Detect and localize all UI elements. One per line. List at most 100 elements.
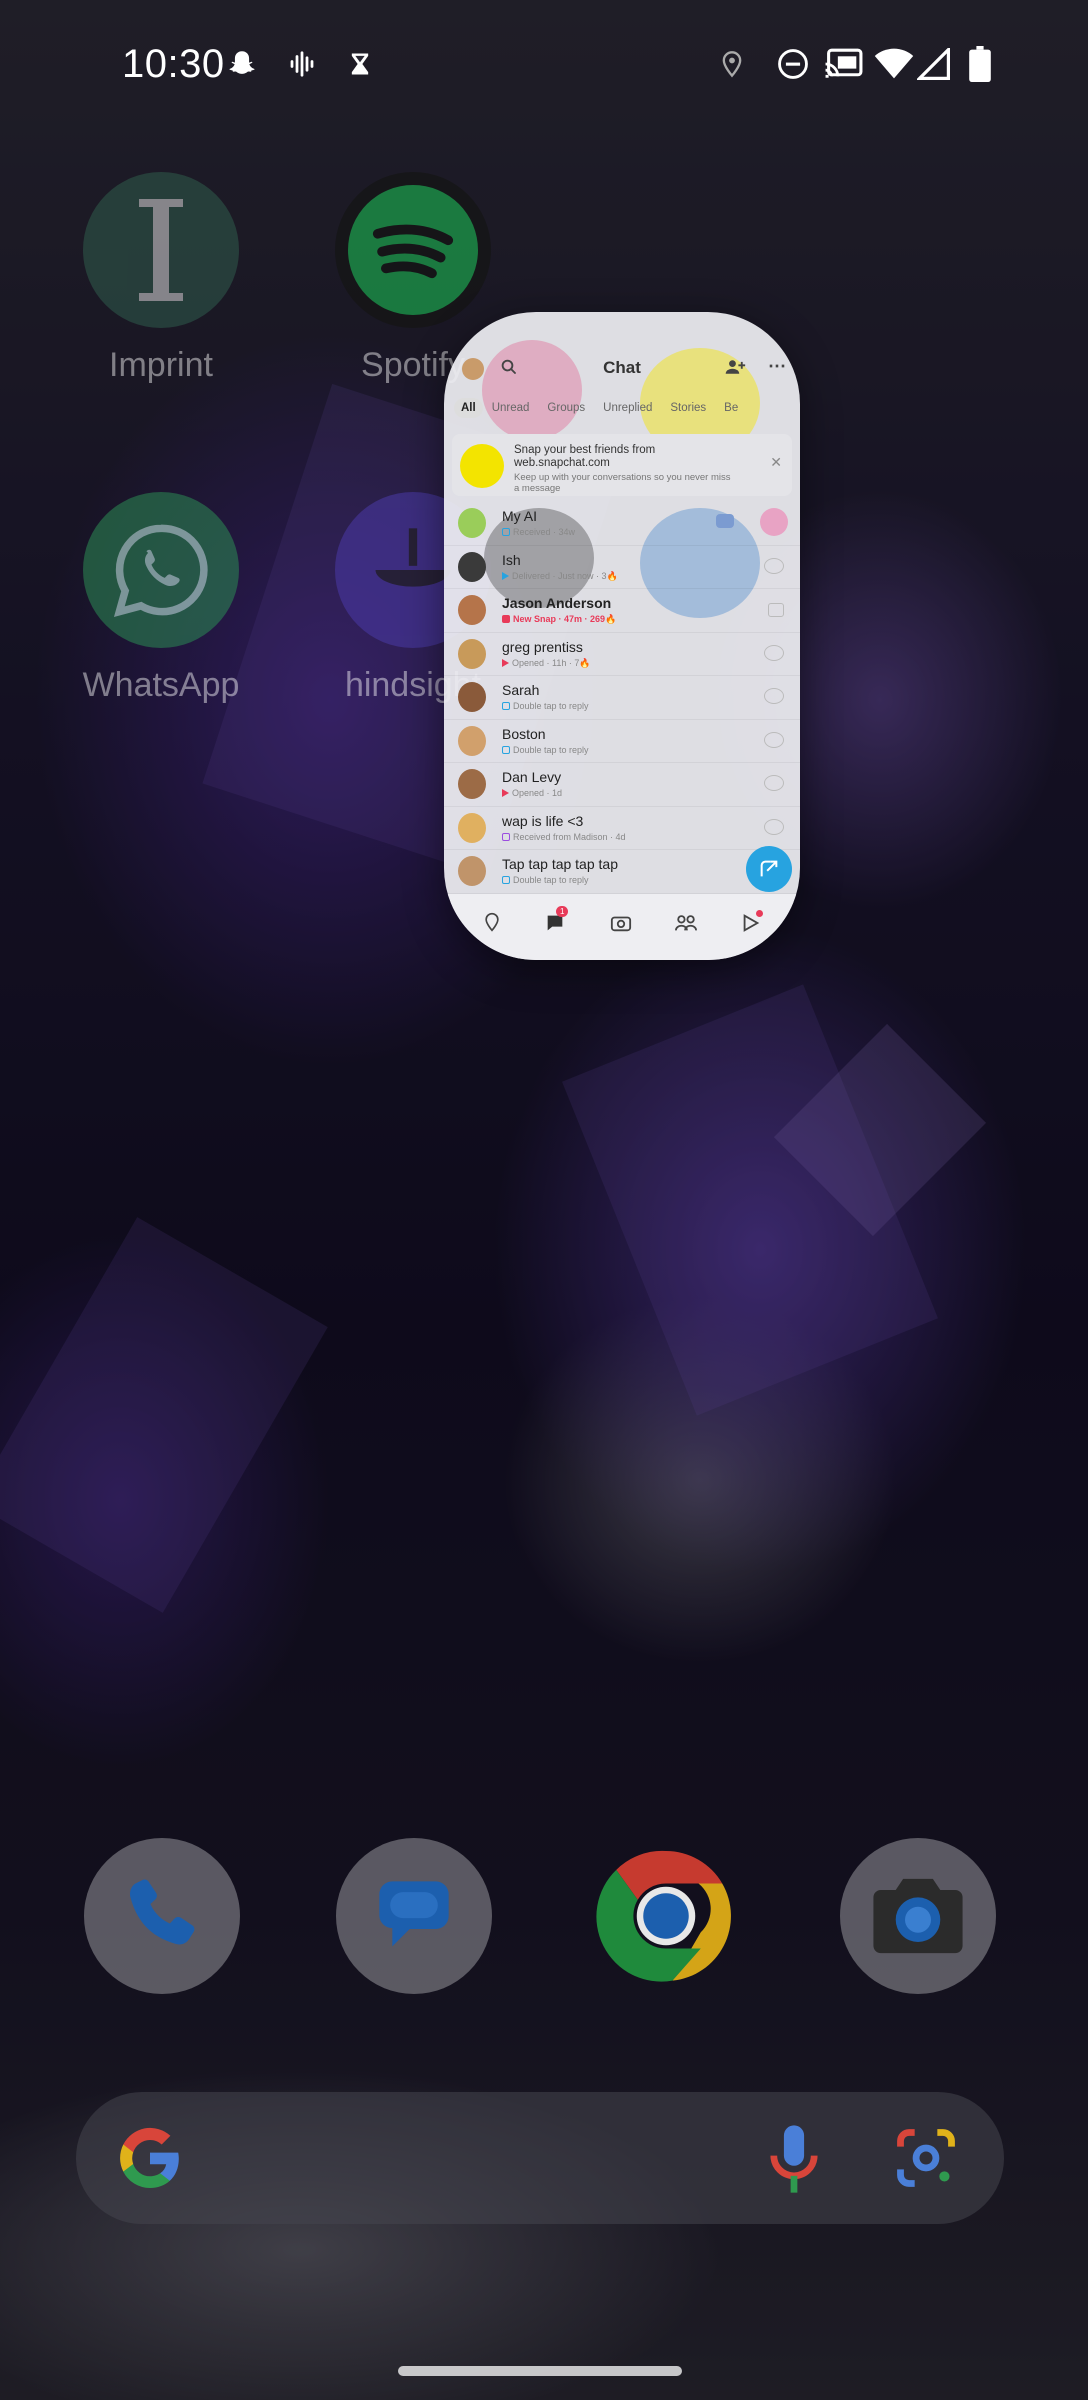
app-label: WhatsApp [82,666,240,704]
do-not-disturb-icon [774,44,812,84]
chat-status: New Snap · 47m · 269🔥 [502,614,616,625]
chat-filter-tabs: All Unread Groups Unreplied Stories Be [454,398,800,418]
chat-name: Ish [502,551,521,568]
whatsapp-icon [83,492,239,648]
tab-unread[interactable]: Unread [483,398,539,418]
chat-name: wap is life <3 [502,812,584,829]
page-title: Chat [603,358,641,377]
eye-icon [764,731,784,748]
messages-app[interactable] [336,1838,492,1994]
web-promo-banner[interactable]: Snap your best friends from web.snapchat… [452,434,792,496]
chat-name: Boston [502,725,546,742]
app-label: Imprint [109,346,213,384]
bottom-nav: 1 [444,894,800,960]
cast-icon [822,44,866,84]
list-item[interactable]: Ish Delivered · Just now · 3🔥 [444,546,800,589]
eye-icon [764,688,784,704]
new-chat-button[interactable] [746,846,792,892]
battery-icon [962,44,998,84]
chat-status: Double tap to reply [502,701,589,711]
voice-recorder-icon [282,44,322,84]
app-imprint[interactable]: Imprint [61,172,261,385]
list-item[interactable]: Dan Levy Opened · 1d [444,763,800,807]
chat-name: My AI [502,508,538,524]
tab-all[interactable]: All [454,398,483,418]
avatar [458,682,486,712]
banner-title: Snap your best friends from web.snapchat… [514,444,656,469]
avatar [458,725,486,756]
gesture-handle[interactable] [398,2366,682,2376]
avatar [458,508,486,538]
camera-icon [873,1878,963,1954]
snapchat-icon [222,44,262,84]
chat-name: Jason Anderson [502,595,612,611]
phone-icon [129,1879,195,1945]
chat-status: Received from Madison · 4d [502,832,626,842]
chat-name: Dan Levy [502,769,562,785]
more-icon[interactable]: ⋯ [768,356,786,377]
spotify-icon [335,172,491,328]
eye-icon [764,818,784,835]
chat-status: Double tap to reply [502,745,589,755]
avatar [458,595,486,625]
avatar [458,769,486,799]
status-bar: 10:30 [0,0,1088,130]
chrome-icon [596,1850,731,1982]
notification-badge: 1 [556,906,569,917]
map-icon[interactable] [482,912,504,934]
laptop-icon [460,444,504,488]
list-item[interactable]: Sarah Double tap to reply [444,676,800,720]
eye-icon [764,644,784,661]
eye-icon [764,775,784,791]
app-whatsapp[interactable]: WhatsApp [61,492,261,705]
list-item[interactable]: wap is life <3 Received from Madison · 4… [444,807,800,850]
location-icon [714,44,750,84]
friends-icon[interactable] [674,912,697,934]
chat-name: Tap tap tap tap tap [502,856,618,872]
avatar [458,856,486,886]
camera-app[interactable] [840,1838,996,1994]
microphone-icon[interactable] [766,2122,822,2201]
google-icon[interactable] [114,2122,186,2199]
bot-icon [716,514,734,528]
list-item[interactable]: Boston Double tap to reply [444,720,800,763]
chat-status: Delivered · Just now · 3🔥 [502,571,618,582]
eye-icon [764,557,784,574]
clock: 10:30 [122,42,225,86]
chat-icon[interactable]: 1 [544,906,569,934]
imprint-icon [83,172,239,328]
snap-avatar-badge[interactable] [760,508,788,536]
chat-status: Opened · 1d [502,788,562,798]
avatar [458,812,486,843]
hourglass-icon [340,44,380,84]
phone-app[interactable] [84,1838,240,1994]
chat-header: Chat ⋯ [444,354,800,390]
chat-status: Double tap to reply [502,875,589,885]
chat-bubble-icon [768,603,784,617]
camera-icon[interactable] [610,912,632,934]
chat-name: Sarah [502,682,540,698]
stories-icon[interactable] [740,910,763,934]
close-icon[interactable]: ✕ [770,454,782,471]
notification-dot [756,910,763,917]
chrome-app[interactable] [588,1838,744,1994]
google-lens-icon[interactable] [892,2124,960,2197]
tab-stories[interactable]: Stories [661,398,715,418]
chat-status: Opened · 11h · 7🔥 [502,658,591,669]
chat-status: Received · 34w [502,527,575,537]
google-search-bar[interactable] [76,2092,1004,2224]
tab-unreplied[interactable]: Unreplied [594,398,661,418]
avatar [458,551,486,582]
tab-best-friends[interactable]: Be [715,398,747,418]
signal-icon [914,44,954,84]
snapchat-floating-window[interactable]: Chat ⋯ All Unread Groups Unreplied Stori… [444,312,800,960]
list-item[interactable]: My AI Received · 34w [444,502,800,546]
messages-icon [379,1881,449,1947]
wifi-icon [872,44,916,84]
list-item[interactable]: greg prentiss Opened · 11h · 7🔥 [444,633,800,676]
add-friend-icon[interactable] [724,358,746,381]
tab-groups[interactable]: Groups [538,398,594,418]
banner-subtitle: Keep up with your conversations so you n… [514,472,731,494]
chat-list: My AI Received · 34w Ish Delivered · Jus… [444,502,800,894]
list-item[interactable]: Jason Anderson New Snap · 47m · 269🔥 [444,589,800,633]
